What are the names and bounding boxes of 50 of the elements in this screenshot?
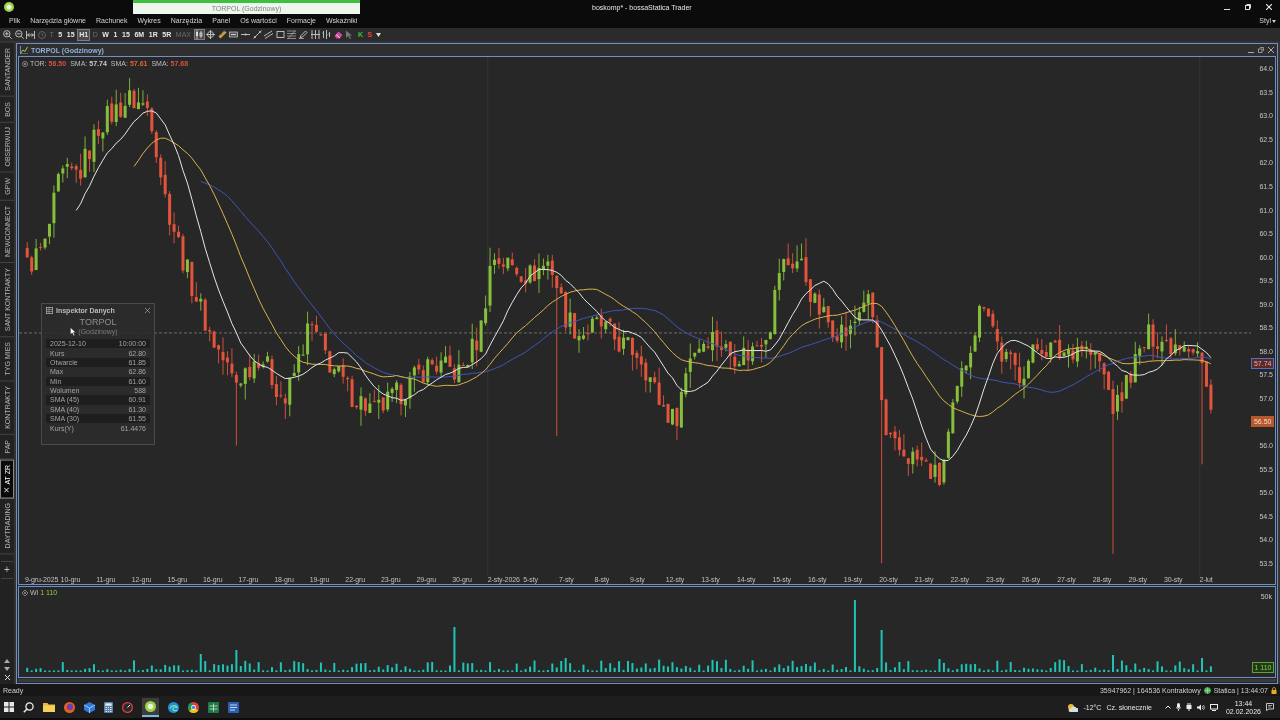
spreadsheet-icon[interactable] <box>208 701 219 713</box>
close-icon[interactable] <box>1268 47 1274 53</box>
bars-icon[interactable] <box>322 30 332 39</box>
fibonacci-icon[interactable] <box>287 30 297 39</box>
notification-icon[interactable] <box>1266 703 1274 711</box>
text-box-icon[interactable] <box>229 30 239 39</box>
dropdown-icon[interactable] <box>375 32 381 37</box>
calculator-icon[interactable] <box>104 701 113 713</box>
microphone-icon[interactable] <box>1175 703 1181 711</box>
monitor-icon[interactable] <box>1209 703 1218 711</box>
plug-icon[interactable] <box>1185 703 1192 711</box>
app-logo-icon <box>4 2 14 12</box>
candlestick-icon[interactable] <box>194 30 204 39</box>
pointer-icon[interactable] <box>345 30 355 39</box>
symbol-name: TORPOL <box>79 318 117 327</box>
trend-line-icon[interactable] <box>252 30 262 39</box>
globe-icon <box>1203 686 1211 694</box>
fit-width-icon[interactable] <box>26 30 36 39</box>
wave-icon[interactable] <box>168 701 179 713</box>
rectangle-icon[interactable] <box>275 30 285 39</box>
pen-icon[interactable] <box>298 30 308 39</box>
vertical-lines-icon[interactable] <box>310 30 320 39</box>
search-icon[interactable] <box>23 701 34 713</box>
zoom-in-icon[interactable] <box>3 30 12 39</box>
start-icon[interactable] <box>4 702 14 712</box>
weather-icon <box>1067 702 1079 712</box>
scroll-down-icon[interactable] <box>4 667 10 671</box>
mouse-pointer-icon <box>70 327 77 336</box>
ruler-icon[interactable] <box>217 30 227 39</box>
crosshair-icon[interactable] <box>206 30 216 39</box>
caret-icon[interactable] <box>1272 19 1276 23</box>
target-icon[interactable] <box>22 60 28 67</box>
scroll-up-icon[interactable] <box>4 659 10 663</box>
scrollbar[interactable] <box>18 679 1276 682</box>
chart-app-icon[interactable] <box>145 700 156 712</box>
diamond-icon[interactable] <box>22 589 28 596</box>
document-icon[interactable] <box>228 701 239 713</box>
zoom-out-icon[interactable] <box>14 30 24 39</box>
cube-icon[interactable] <box>84 701 95 713</box>
folder-icon[interactable] <box>43 702 55 712</box>
chart-icon <box>20 46 28 54</box>
chevron-up-icon[interactable] <box>1164 705 1171 709</box>
eraser-icon[interactable] <box>333 30 343 39</box>
browser-icon[interactable] <box>64 701 75 713</box>
table-icon <box>46 307 53 314</box>
lock-icon <box>1271 686 1277 694</box>
add-tab-button[interactable]: + <box>1 560 13 579</box>
gauge-icon[interactable] <box>122 701 133 713</box>
ring-icon[interactable] <box>188 701 199 713</box>
speaker-icon[interactable] <box>1196 703 1205 711</box>
